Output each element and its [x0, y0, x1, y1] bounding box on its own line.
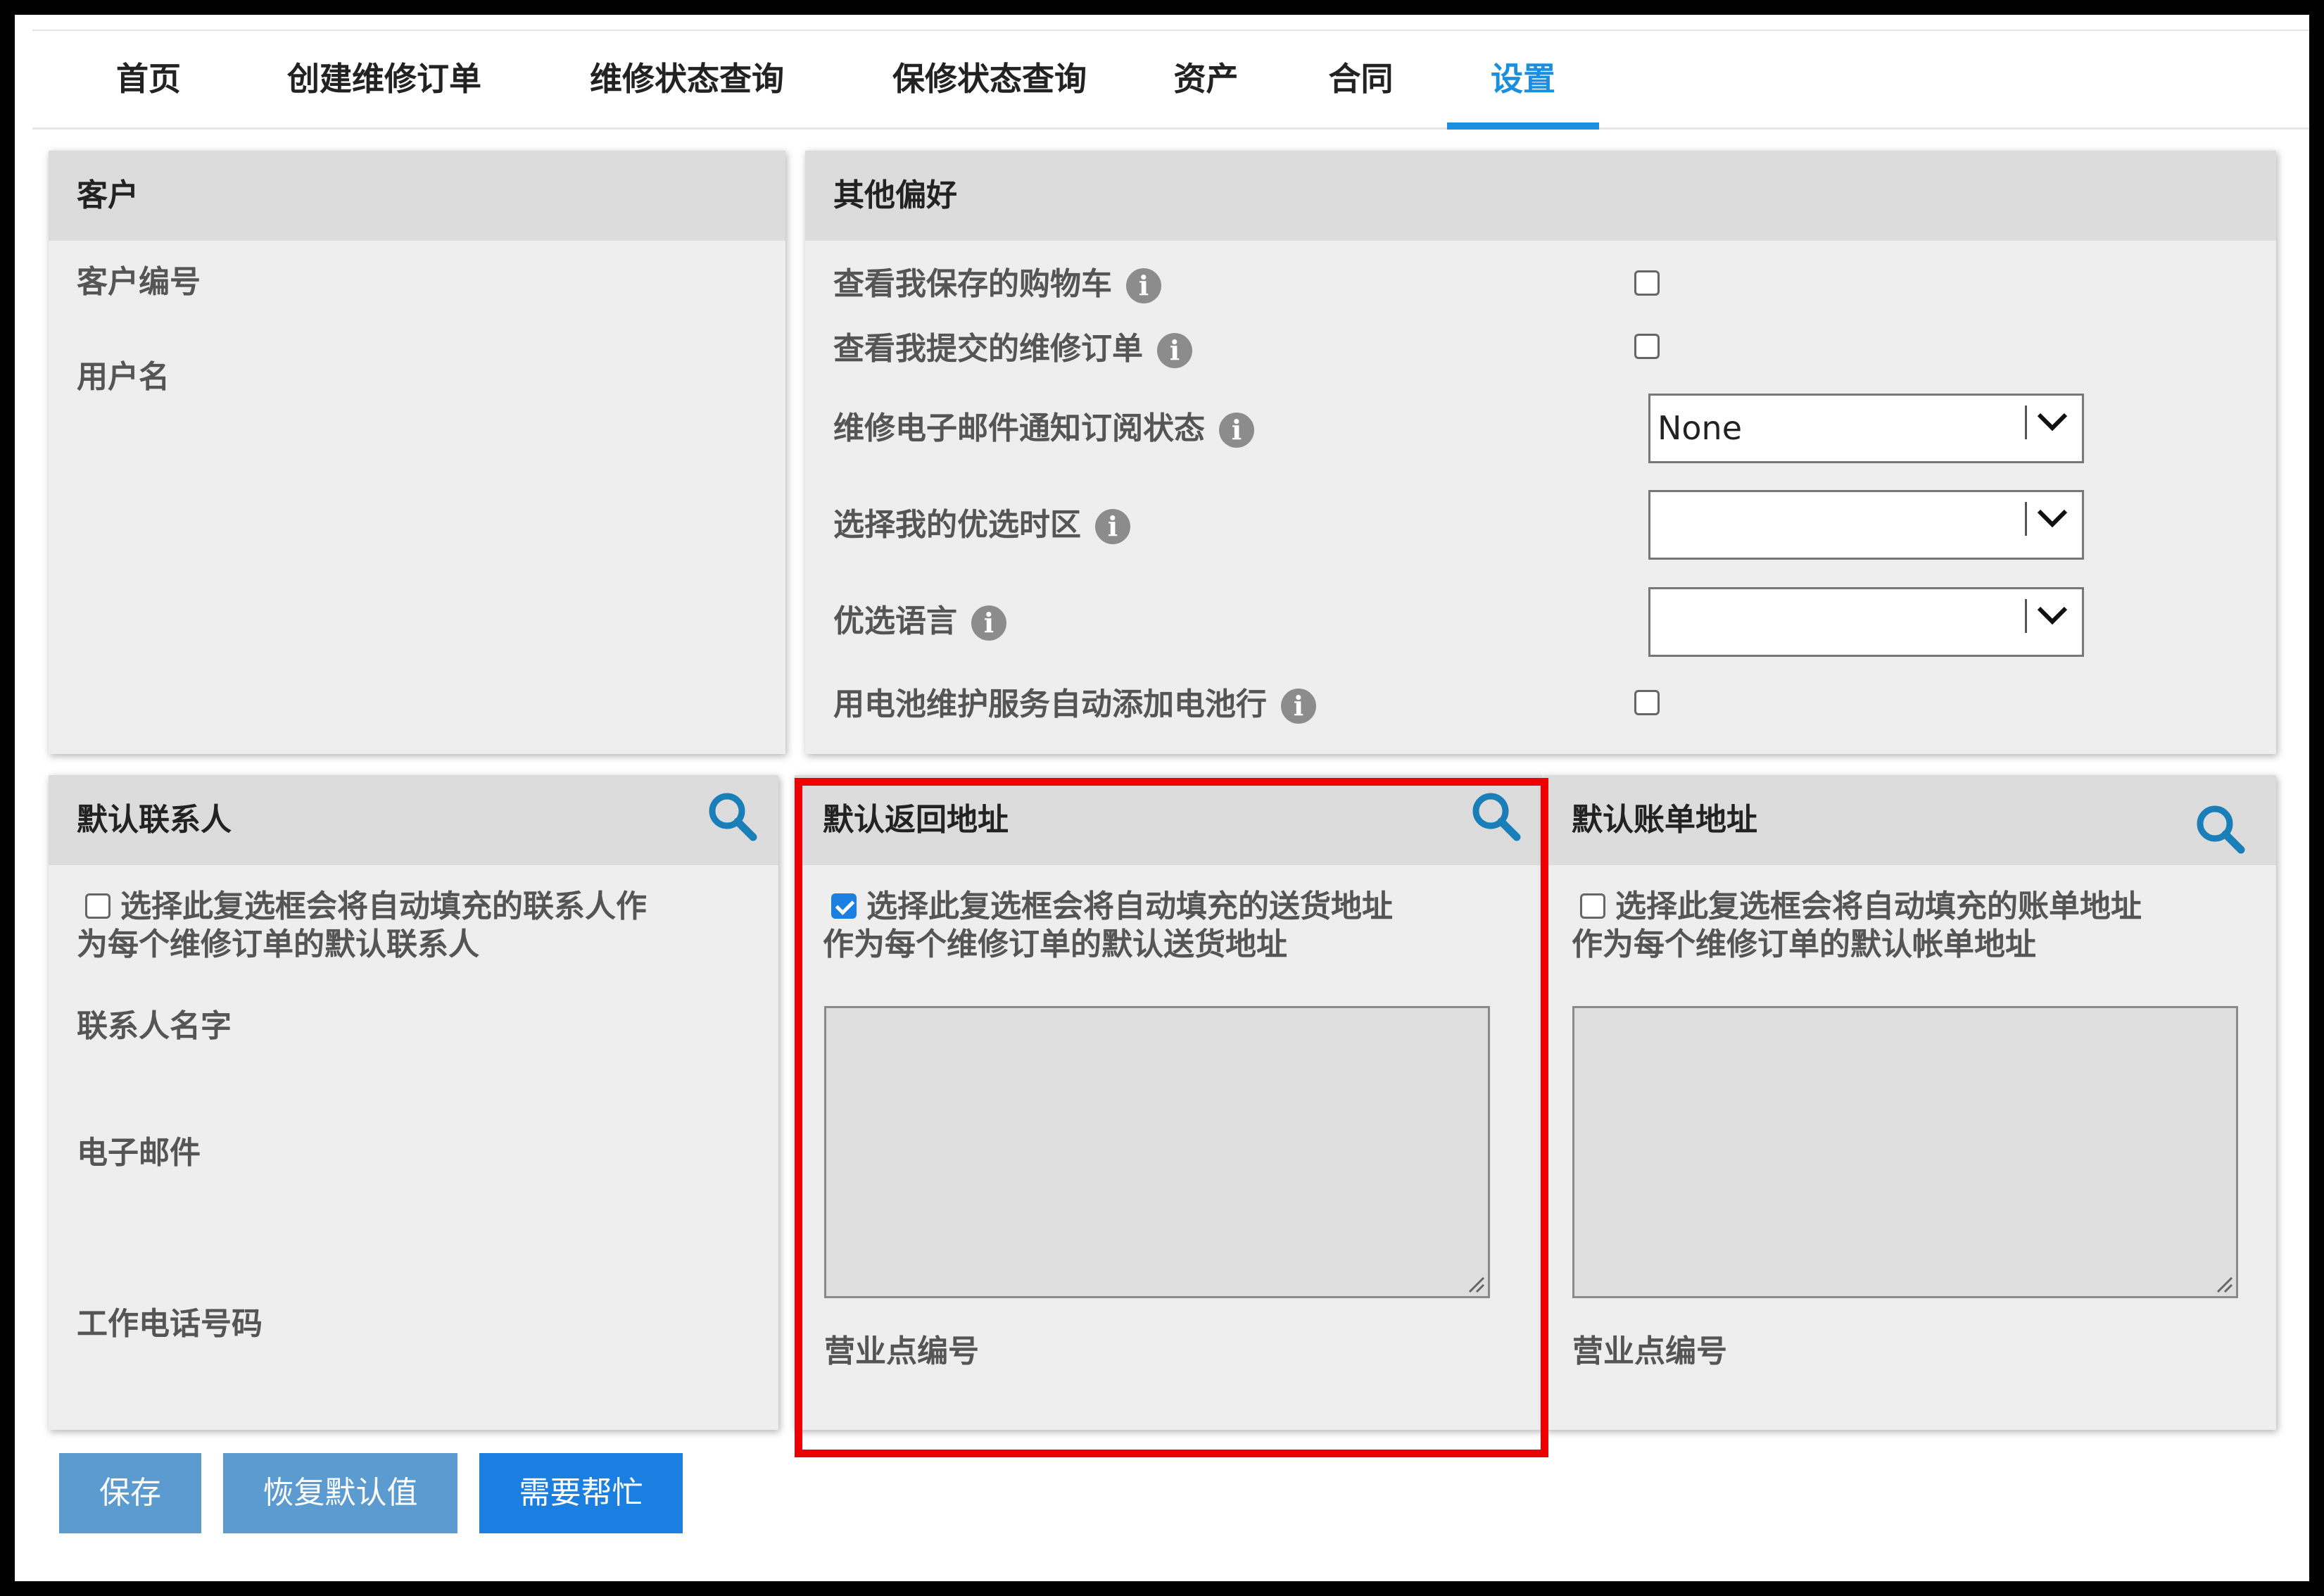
return-address-checkbox-line2: 作为每个维修订单的默认送货地址 — [823, 926, 1287, 962]
contact-phone-label: 工作电话号码 — [77, 1306, 263, 1342]
tab-home[interactable]: 首页 — [99, 31, 198, 127]
tab-settings[interactable]: 设置 — [1447, 31, 1599, 130]
battery-row: 用电池维护服务自动添加电池行 i — [833, 679, 1316, 724]
return-address-checkbox-line1: 选择此复选框会将自动填充的送货地址 — [866, 888, 1393, 924]
language-row: 优选语言 i — [833, 596, 1006, 641]
chevron-down-icon — [2037, 413, 2068, 432]
email-status-select[interactable]: None — [1648, 394, 2084, 463]
customer-number-label: 客户编号 — [77, 264, 201, 300]
contact-email-label: 电子邮件 — [77, 1135, 201, 1171]
billing-address-checkbox-line1: 选择此复选框会将自动填充的账单地址 — [1615, 888, 2142, 924]
language-select[interactable] — [1648, 587, 2084, 657]
return-address-panel: 默认返回地址 选择此复选框会将自动填充的送货地址 作为每个维修订单的默认送货地址… — [795, 775, 1542, 1430]
saved-carts-label: 查看我保存的购物车 — [833, 266, 1112, 302]
return-site-number-label: 营业点编号 — [824, 1333, 979, 1369]
search-icon[interactable] — [1470, 791, 1521, 841]
billing-address-checkbox-line2: 作为每个维修订单的默认帐单地址 — [1572, 926, 2036, 962]
select-separator — [2025, 406, 2027, 439]
tab-warranty-status[interactable]: 保修状态查询 — [863, 31, 1116, 127]
submitted-orders-checkbox[interactable] — [1634, 334, 1660, 359]
return-address-checkbox-text: 选择此复选框会将自动填充的送货地址 作为每个维修订单的默认送货地址 — [823, 888, 1393, 964]
chevron-down-icon — [2037, 606, 2068, 625]
preferences-panel: 其他偏好 查看我保存的购物车 i 查看我提交的维修订单 i 维修电子邮件通知订阅状态… — [805, 151, 2276, 754]
battery-checkbox[interactable] — [1634, 690, 1660, 715]
search-icon[interactable] — [2194, 803, 2245, 854]
customer-panel: 客户 客户编号 用户名 — [49, 151, 785, 754]
battery-label: 用电池维护服务自动添加电池行 — [833, 686, 1267, 722]
tab-assets[interactable]: 资产 — [1158, 31, 1253, 127]
return-address-textarea[interactable] — [824, 1006, 1490, 1298]
timezone-select[interactable] — [1648, 490, 2084, 560]
default-contact-checkbox-text: 选择此复选框会将自动填充的联系人作 为每个维修订单的默认联系人 — [77, 888, 647, 964]
saved-carts-row: 查看我保存的购物车 i — [833, 258, 1161, 303]
language-label: 优选语言 — [833, 603, 957, 639]
tab-contracts[interactable]: 合同 — [1313, 31, 1408, 127]
customer-panel-header: 客户 — [49, 151, 785, 241]
default-contact-checkbox-line2: 为每个维修订单的默认联系人 — [77, 926, 479, 962]
timezone-row: 选择我的优选时区 i — [833, 499, 1130, 544]
billing-address-textarea[interactable] — [1572, 1006, 2238, 1298]
select-separator — [2025, 599, 2027, 633]
resize-handle-icon[interactable] — [1464, 1272, 1485, 1293]
info-icon[interactable]: i — [1281, 689, 1316, 724]
customer-panel-title: 客户 — [77, 177, 139, 213]
email-status-label: 维修电子邮件通知订阅状态 — [833, 410, 1205, 446]
info-icon[interactable]: i — [971, 605, 1006, 641]
info-icon[interactable]: i — [1219, 413, 1254, 448]
info-icon[interactable]: i — [1126, 268, 1161, 303]
billing-address-header: 默认账单地址 — [1543, 775, 2276, 865]
username-label: 用户名 — [77, 359, 170, 395]
preferences-panel-title: 其他偏好 — [833, 177, 957, 213]
billing-address-checkbox-text: 选择此复选框会将自动填充的账单地址 作为每个维修订单的默认帐单地址 — [1572, 888, 2142, 964]
contact-name-label: 联系人名字 — [77, 1008, 232, 1044]
save-button[interactable]: 保存 — [59, 1453, 201, 1533]
email-status-row: 维修电子邮件通知订阅状态 i — [833, 403, 1254, 448]
billing-address-panel: 默认账单地址 选择此复选框会将自动填充的账单地址 作为每个维修订单的默认帐单地址… — [1543, 775, 2276, 1430]
tab-repair-status[interactable]: 维修状态查询 — [560, 31, 814, 127]
timezone-label: 选择我的优选时区 — [833, 507, 1081, 543]
restore-defaults-button[interactable]: 恢复默认值 — [223, 1453, 457, 1533]
billing-address-title: 默认账单地址 — [1572, 802, 1757, 838]
select-separator — [2025, 502, 2027, 536]
default-contact-header: 默认联系人 — [49, 775, 778, 865]
preferences-panel-header: 其他偏好 — [805, 151, 2276, 241]
default-contact-title: 默认联系人 — [77, 802, 232, 838]
default-contact-panel: 默认联系人 选择此复选框会将自动填充的联系人作 为每个维修订单的默认联系人 联系… — [49, 775, 778, 1430]
return-address-title: 默认返回地址 — [823, 802, 1009, 838]
main-nav: 首页 创建维修订单 维修状态查询 保修状态查询 资产 合同 设置 — [32, 31, 2309, 130]
need-help-button[interactable]: 需要帮忙 — [479, 1453, 683, 1533]
info-icon[interactable]: i — [1157, 333, 1192, 368]
resize-handle-icon[interactable] — [2212, 1272, 2233, 1293]
saved-carts-checkbox[interactable] — [1634, 270, 1660, 296]
tab-create-repair-order[interactable]: 创建维修订单 — [258, 31, 511, 127]
return-address-header: 默认返回地址 — [795, 775, 1542, 865]
submitted-orders-label: 查看我提交的维修订单 — [833, 331, 1143, 367]
info-icon[interactable]: i — [1095, 509, 1130, 544]
submitted-orders-row: 查看我提交的维修订单 i — [833, 323, 1192, 368]
email-status-value: None — [1657, 409, 1743, 447]
default-contact-checkbox-line1: 选择此复选框会将自动填充的联系人作 — [120, 888, 647, 924]
chevron-down-icon — [2037, 509, 2068, 528]
search-icon[interactable] — [707, 791, 757, 841]
billing-site-number-label: 营业点编号 — [1572, 1333, 1727, 1369]
app-window: 首页 创建维修订单 维修状态查询 保修状态查询 资产 合同 设置 客户 客户编号… — [15, 15, 2309, 1581]
